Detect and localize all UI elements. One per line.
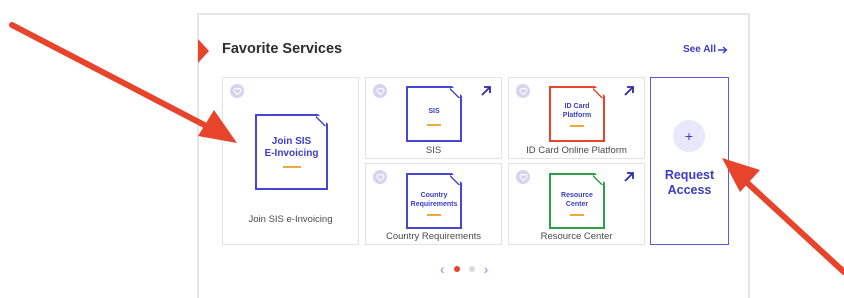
doc-label-line2: Platform (562, 112, 592, 119)
request-access-line1: Request (664, 168, 715, 182)
doc-label-line2: Center (565, 201, 589, 208)
favorite-heart-icon[interactable] (373, 84, 387, 98)
favorite-heart-icon[interactable] (373, 170, 387, 184)
service-doc-icon: ID Card Platform (549, 86, 605, 142)
service-doc-icon: Join SIS E-Invoicing (255, 114, 328, 190)
doc-underline (427, 214, 441, 216)
doc-label-line1: Join SIS (271, 136, 312, 147)
request-access-line2: Access (667, 183, 712, 197)
service-caption: Resource Center (540, 231, 613, 242)
plus-icon: + (673, 120, 705, 152)
doc-label-line1: SIS (428, 108, 440, 115)
service-caption: Country Requirements (385, 231, 482, 242)
see-all-label: See All (683, 44, 716, 55)
service-doc-icon: Resource Center (549, 173, 605, 229)
service-caption: ID Card Online Platform (526, 145, 627, 156)
favorite-heart-icon[interactable] (230, 84, 244, 98)
doc-underline (283, 166, 301, 168)
doc-label-line2: E-Invoicing (264, 148, 319, 159)
request-access-label: Request Access (651, 168, 728, 198)
favorite-heart-icon[interactable] (516, 84, 530, 98)
doc-underline (570, 214, 584, 216)
service-card-join-sis-einvoicing[interactable]: Join SIS E-Invoicing Join SIS e-Invoicin… (222, 77, 359, 245)
service-doc-icon: SIS (406, 86, 462, 142)
doc-label-line1: ID Card (564, 103, 590, 110)
service-card-sis[interactable]: SIS SIS (365, 77, 502, 159)
chevron-left-icon[interactable]: ‹ (440, 262, 445, 276)
service-card-resource-center[interactable]: Resource Center Resource Center (508, 163, 645, 245)
carousel-pager: ‹ › (440, 262, 488, 276)
chevron-right-icon[interactable]: › (484, 262, 489, 276)
service-card-country-requirements[interactable]: Country Requirements Country Requirement… (365, 163, 502, 245)
arrow-right-icon (717, 45, 728, 54)
external-link-arrow-icon[interactable] (480, 85, 492, 97)
favorite-heart-icon[interactable] (516, 170, 530, 184)
external-link-arrow-icon[interactable] (623, 85, 635, 97)
external-link-arrow-icon[interactable] (623, 171, 635, 183)
service-caption: Join SIS e-Invoicing (248, 214, 333, 225)
service-doc-icon: Country Requirements (406, 173, 462, 229)
doc-label-line1: Resource (561, 192, 593, 199)
pager-dot-2[interactable] (468, 266, 475, 272)
section-marker-icon (198, 39, 209, 63)
doc-underline (427, 124, 441, 126)
pager-dot-1[interactable] (453, 266, 460, 272)
service-card-id-card-online-platform[interactable]: ID Card Platform ID Card Online Platform (508, 77, 645, 159)
request-access-button[interactable]: + Request Access (650, 77, 729, 245)
doc-underline (570, 125, 584, 127)
doc-label-line1: Country (420, 192, 448, 199)
see-all-link[interactable]: See All (683, 44, 728, 55)
section-title: Favorite Services (222, 41, 343, 57)
service-caption: SIS (425, 145, 442, 156)
doc-label-line2: Requirements (410, 201, 458, 208)
